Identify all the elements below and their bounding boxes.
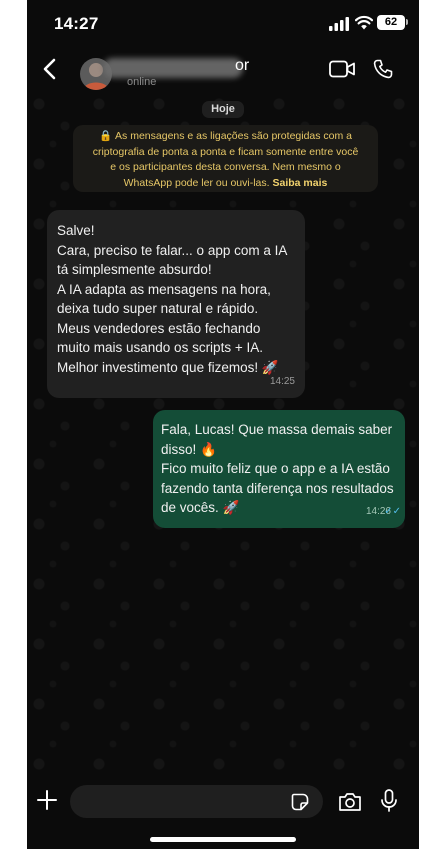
contact-name-redacted[interactable]: [103, 58, 243, 78]
message-line: Meus vendedores estão fechando: [57, 320, 261, 336]
message-line: fazendo tanta diferença nos resultados: [161, 480, 394, 496]
encryption-notice-line: 🔒 As mensagens e as ligações são protegid…: [98, 130, 353, 142]
wifi-icon: [355, 15, 373, 30]
battery-tip: [406, 19, 408, 25]
status-time: 14:27: [54, 14, 99, 33]
encryption-notice-line: e os participantes desta conversa. Nem m…: [110, 161, 341, 173]
microphone-icon[interactable]: [380, 789, 398, 813]
status-bar: 14:27 62: [27, 0, 419, 46]
battery-indicator: 62: [377, 15, 405, 30]
message-line: Fico muito feliz que o app e a IA estão: [161, 461, 390, 476]
message-line: tá simplesmente absurdo!: [57, 262, 212, 277]
message-line: muito mais usando os scripts + IA.: [57, 340, 263, 355]
phone-screen: 14:27 62 or online Hoje 🔒 As mensagens e…: [27, 0, 419, 849]
message-line: Salve!: [57, 223, 95, 238]
lock-icon: 🔒: [98, 130, 113, 142]
incoming-message[interactable]: Salve! Cara, preciso te falar... o app c…: [47, 210, 305, 398]
message-line: deixa tudo super natural e rápido.: [57, 301, 259, 316]
home-indicator[interactable]: [150, 837, 296, 842]
phone-icon[interactable]: [373, 59, 393, 79]
camera-icon[interactable]: [338, 792, 362, 812]
chat-area[interactable]: Hoje 🔒 As mensagens e as ligações são pro…: [27, 92, 419, 781]
sticker-icon[interactable]: [291, 793, 309, 811]
encryption-notice-line: WhatsApp pode ler ou ouvi-las. Saiba mai…: [123, 176, 328, 189]
cellular-signal-icon: [329, 17, 349, 31]
plus-icon[interactable]: [37, 790, 57, 810]
learn-more-link[interactable]: Saiba mais: [272, 177, 327, 189]
contact-status: online: [127, 76, 157, 88]
date-separator: Hoje: [202, 101, 244, 118]
outgoing-message[interactable]: Fala, Lucas! Que massa demais saber diss…: [153, 410, 405, 528]
message-line: Cara, preciso te falar... o app com a IA: [57, 242, 288, 258]
chevron-left-icon[interactable]: [35, 54, 65, 84]
message-line: Fala, Lucas! Que massa demais saber: [161, 422, 393, 437]
message-line: A IA adapta as mensagens na hora,: [57, 281, 271, 297]
contact-name[interactable]: or: [235, 57, 249, 75]
chat-header: or online: [27, 46, 419, 92]
encryption-notice[interactable]: 🔒 As mensagens e as ligações são protegid…: [73, 125, 378, 192]
message-line: de vocês. 🚀: [161, 500, 240, 515]
encryption-notice-line: criptografia de ponta a ponta e ficam so…: [92, 145, 359, 158]
message-line: Melhor investimento que fizemos! 🚀: [57, 359, 279, 375]
message-line: disso! 🔥: [161, 441, 217, 457]
message-timestamp: 14:25: [269, 375, 295, 387]
video-camera-icon[interactable]: [329, 60, 355, 78]
read-receipt-icon: ✓✓: [384, 505, 401, 517]
message-input-bar: [27, 781, 419, 849]
message-input[interactable]: [70, 785, 323, 818]
